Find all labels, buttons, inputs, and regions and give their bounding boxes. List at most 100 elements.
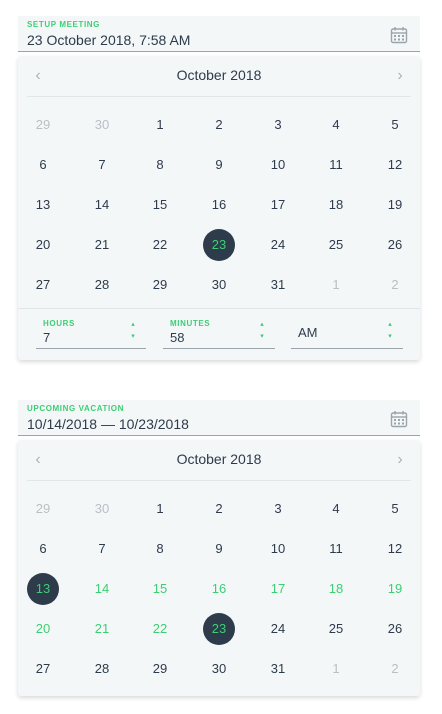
calendar-day[interactable]: 3 xyxy=(262,493,294,525)
calendar-day[interactable]: 29 xyxy=(27,109,59,141)
calendar-day[interactable]: 30 xyxy=(86,493,118,525)
calendar-day[interactable]: 19 xyxy=(379,573,411,605)
chevron-right-icon[interactable]: › xyxy=(390,450,410,470)
calendar-day[interactable]: 11 xyxy=(320,533,352,565)
upcoming-vacation-field[interactable]: UPCOMING VACATION 10/14/2018 — 10/23/201… xyxy=(18,400,420,436)
calendar-day[interactable]: 18 xyxy=(320,573,352,605)
calendar-day[interactable]: 6 xyxy=(27,149,59,181)
calendar-day[interactable]: 14 xyxy=(86,189,118,221)
calendar-day[interactable]: 15 xyxy=(144,189,176,221)
calendar-icon[interactable] xyxy=(390,410,408,428)
ampm-value[interactable]: AM xyxy=(298,325,318,340)
calendar-day[interactable]: 31 xyxy=(262,269,294,301)
calendar-day[interactable]: 3 xyxy=(262,109,294,141)
calendar-day[interactable]: 5 xyxy=(379,109,411,141)
month-title: October 2018 xyxy=(176,451,262,467)
calendar-day[interactable]: 14 xyxy=(86,573,118,605)
stepper-down-icon[interactable]: ▾ xyxy=(259,333,265,340)
calendar-day[interactable]: 11 xyxy=(320,149,352,181)
calendar-day[interactable]: 10 xyxy=(262,533,294,565)
ampm-stepper[interactable]: ▴ ▾ xyxy=(387,321,393,342)
calendar-day[interactable]: 21 xyxy=(86,613,118,645)
setup-meeting-field[interactable]: SETUP MEETING 23 October 2018, 7:58 AM xyxy=(18,16,420,52)
calendar-day[interactable]: 29 xyxy=(144,269,176,301)
calendar-day[interactable]: 30 xyxy=(203,269,235,301)
selected-day[interactable]: 13 xyxy=(27,573,59,605)
calendar-day[interactable]: 9 xyxy=(203,149,235,181)
calendar-day[interactable]: 10 xyxy=(262,149,294,181)
calendar-day[interactable]: 18 xyxy=(320,189,352,221)
calendar-day[interactable]: 20 xyxy=(27,613,59,645)
calendar-day[interactable]: 1 xyxy=(320,653,352,685)
calendar-icon[interactable] xyxy=(390,26,408,44)
calendar-day[interactable]: 28 xyxy=(86,653,118,685)
calendar-day[interactable]: 2 xyxy=(379,269,411,301)
calendar-day[interactable]: 7 xyxy=(86,533,118,565)
calendar-day[interactable]: 7 xyxy=(86,149,118,181)
calendar-day[interactable]: 28 xyxy=(86,269,118,301)
calendar-day[interactable]: 12 xyxy=(379,149,411,181)
selected-day[interactable]: 23 xyxy=(203,229,235,261)
calendar-day[interactable]: 22 xyxy=(144,229,176,261)
calendar-day[interactable]: 16 xyxy=(203,573,235,605)
calendar-day[interactable]: 2 xyxy=(379,653,411,685)
calendar-day[interactable]: 1 xyxy=(320,269,352,301)
calendar-day[interactable]: 31 xyxy=(262,653,294,685)
calendar-day[interactable]: 24 xyxy=(262,613,294,645)
upcoming-vacation-value[interactable]: 10/14/2018 — 10/23/2018 xyxy=(27,416,189,432)
ampm-field[interactable]: AM ▴ ▾ xyxy=(291,319,403,349)
calendar-header: ‹ October 2018 › xyxy=(18,440,420,480)
calendar-day[interactable]: 1 xyxy=(144,493,176,525)
calendar-day[interactable]: 26 xyxy=(379,613,411,645)
chevron-right-icon[interactable]: › xyxy=(390,66,410,86)
stepper-up-icon[interactable]: ▴ xyxy=(259,321,265,328)
minutes-value[interactable]: 58 xyxy=(170,330,184,345)
stepper-down-icon[interactable]: ▾ xyxy=(130,333,136,340)
calendar-day[interactable]: 30 xyxy=(86,109,118,141)
calendar-day[interactable]: 27 xyxy=(27,269,59,301)
calendar-header: ‹ October 2018 › xyxy=(18,56,420,96)
calendar-day[interactable]: 24 xyxy=(262,229,294,261)
calendar-day[interactable]: 19 xyxy=(379,189,411,221)
month-title: October 2018 xyxy=(176,67,262,83)
calendar-day[interactable]: 2 xyxy=(203,493,235,525)
calendar-day[interactable]: 4 xyxy=(320,109,352,141)
calendar-day[interactable]: 25 xyxy=(320,613,352,645)
calendar-day[interactable]: 25 xyxy=(320,229,352,261)
calendar-day[interactable]: 16 xyxy=(203,189,235,221)
divider xyxy=(27,480,411,481)
calendar-day[interactable]: 29 xyxy=(27,493,59,525)
hours-value[interactable]: 7 xyxy=(43,330,50,345)
selected-day[interactable]: 23 xyxy=(203,613,235,645)
calendar-day[interactable]: 6 xyxy=(27,533,59,565)
calendar-day[interactable]: 20 xyxy=(27,229,59,261)
calendar-day[interactable]: 22 xyxy=(144,613,176,645)
calendar-day[interactable]: 17 xyxy=(262,573,294,605)
calendar-day[interactable]: 5 xyxy=(379,493,411,525)
vacation-calendar-popup: ‹ October 2018 › 29 30 1 2 3 4 5 6 7 8 9 10 11 12 13 14… xyxy=(18,440,420,696)
calendar-day[interactable]: 27 xyxy=(27,653,59,685)
calendar-day[interactable]: 12 xyxy=(379,533,411,565)
calendar-day[interactable]: 26 xyxy=(379,229,411,261)
calendar-day[interactable]: 17 xyxy=(262,189,294,221)
calendar-day[interactable]: 9 xyxy=(203,533,235,565)
stepper-up-icon[interactable]: ▴ xyxy=(130,321,136,328)
calendar-day[interactable]: 30 xyxy=(203,653,235,685)
calendar-day[interactable]: 4 xyxy=(320,493,352,525)
minutes-field[interactable]: MINUTES 58 ▴ ▾ xyxy=(163,319,275,349)
setup-meeting-value[interactable]: 23 October 2018, 7:58 AM xyxy=(27,32,190,48)
calendar-day[interactable]: 29 xyxy=(144,653,176,685)
stepper-down-icon[interactable]: ▾ xyxy=(387,333,393,340)
calendar-day[interactable]: 21 xyxy=(86,229,118,261)
minutes-stepper[interactable]: ▴ ▾ xyxy=(259,321,265,342)
stepper-up-icon[interactable]: ▴ xyxy=(387,321,393,328)
divider xyxy=(27,96,411,97)
calendar-day[interactable]: 2 xyxy=(203,109,235,141)
hours-field[interactable]: HOURS 7 ▴ ▾ xyxy=(36,319,146,349)
calendar-day[interactable]: 1 xyxy=(144,109,176,141)
calendar-day[interactable]: 15 xyxy=(144,573,176,605)
hours-stepper[interactable]: ▴ ▾ xyxy=(130,321,136,342)
calendar-day[interactable]: 8 xyxy=(144,149,176,181)
calendar-day[interactable]: 8 xyxy=(144,533,176,565)
calendar-day[interactable]: 13 xyxy=(27,189,59,221)
